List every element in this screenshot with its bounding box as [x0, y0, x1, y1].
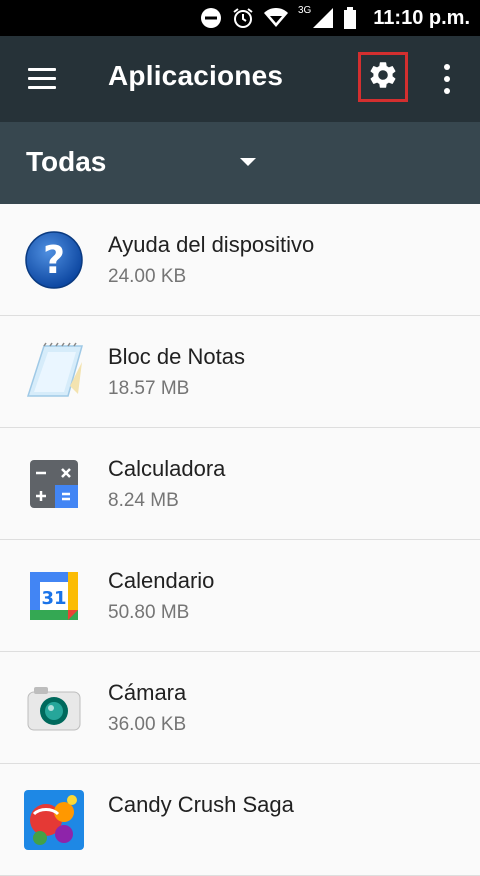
more-vert-icon[interactable] [436, 64, 458, 94]
app-size: 50.80 MB [108, 602, 190, 623]
app-toolbar: Aplicaciones [0, 36, 480, 122]
list-item[interactable]: Cámara 36.00 KB [0, 652, 480, 764]
status-icons: 3G 11:10 p.m. [200, 0, 470, 36]
list-item[interactable]: ? Ayuda del dispositivo 24.00 KB [0, 204, 480, 316]
list-item[interactable]: Candy Crush Saga [0, 764, 480, 876]
app-name: Bloc de Notas [108, 344, 245, 369]
app-list: ? Ayuda del dispositivo 24.00 KB Bloc de… [0, 204, 480, 876]
signal-icon [313, 8, 334, 28]
notepad-icon [24, 342, 84, 402]
alarm-icon [232, 7, 254, 29]
camera-icon [24, 678, 84, 738]
filter-selected-label: Todas [26, 146, 107, 177]
app-size: 36.00 KB [108, 714, 187, 735]
status-bar: 3G 11:10 p.m. [0, 0, 480, 36]
filter-dropdown[interactable]: Todas [0, 122, 480, 204]
dropdown-arrow-icon [240, 158, 256, 166]
list-item[interactable]: 31 Calendario 50.80 MB [0, 540, 480, 652]
wifi-icon [263, 8, 288, 28]
app-size: 24.00 KB [108, 266, 187, 287]
help-icon: ? [24, 230, 84, 290]
clock: 11:10 p.m. [373, 6, 470, 29]
app-size: 18.57 MB [108, 378, 190, 399]
app-name: Cámara [108, 680, 187, 705]
calendar-icon: 31 [24, 566, 84, 626]
app-name: Calculadora [108, 456, 226, 481]
svg-text:31: 31 [41, 588, 66, 609]
app-size: 8.24 MB [108, 490, 179, 511]
list-item[interactable]: Calculadora 8.24 MB [0, 428, 480, 540]
list-item[interactable]: Bloc de Notas 18.57 MB [0, 316, 480, 428]
settings-button[interactable] [358, 52, 408, 102]
app-name: Calendario [108, 568, 215, 593]
candy-crush-icon [24, 790, 84, 850]
app-name: Candy Crush Saga [108, 792, 294, 817]
network-type-label: 3G [297, 4, 312, 16]
page-title: Aplicaciones [108, 60, 284, 91]
battery-icon [343, 7, 357, 29]
calculator-icon [24, 454, 84, 514]
hamburger-menu-icon[interactable] [28, 68, 56, 90]
do-not-disturb-icon [200, 7, 222, 29]
gear-icon [367, 59, 399, 96]
app-name: Ayuda del dispositivo [108, 232, 315, 257]
svg-text:?: ? [43, 238, 65, 282]
